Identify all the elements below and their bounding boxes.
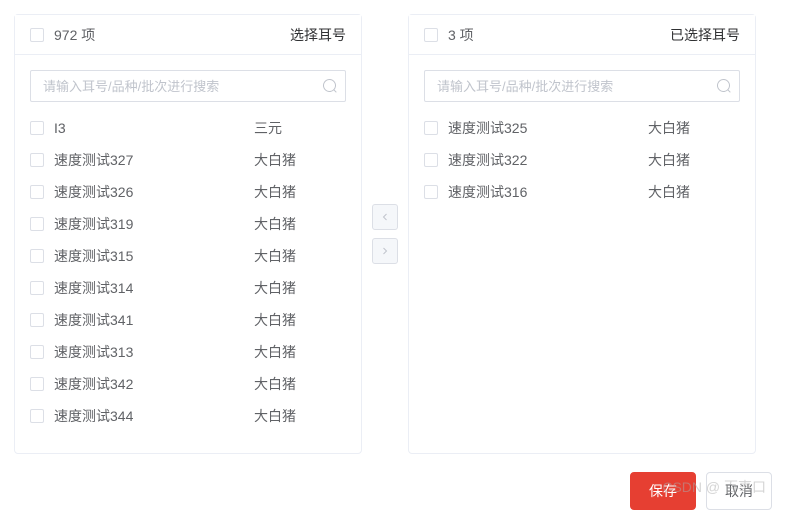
item-checkbox[interactable] <box>30 153 44 167</box>
target-header-title: 已选择耳号 <box>670 25 740 45</box>
chevron-left-icon <box>379 211 391 223</box>
item-checkbox[interactable] <box>30 313 44 327</box>
item-breed: 大白猪 <box>648 118 740 138</box>
target-select-all-checkbox[interactable] <box>424 28 438 42</box>
item-breed: 大白猪 <box>648 150 740 170</box>
target-panel-header: 3 项 已选择耳号 <box>409 15 755 55</box>
list-item[interactable]: 速度测试316大白猪 <box>424 176 740 208</box>
source-panel-header: 972 项 选择耳号 <box>15 15 361 55</box>
transfer-buttons <box>372 204 398 264</box>
target-header-left: 3 项 <box>424 25 474 45</box>
save-button[interactable]: 保存 <box>630 472 696 510</box>
target-search-input[interactable] <box>424 70 740 102</box>
source-search-input[interactable] <box>30 70 346 102</box>
item-breed: 大白猪 <box>254 214 346 234</box>
item-checkbox[interactable] <box>30 249 44 263</box>
item-name: 速度测试316 <box>448 182 648 202</box>
item-checkbox[interactable] <box>30 409 44 423</box>
item-name: 速度测试344 <box>54 406 254 426</box>
list-item[interactable]: 速度测试313大白猪 <box>30 336 346 368</box>
item-checkbox[interactable] <box>30 377 44 391</box>
item-breed: 大白猪 <box>254 278 346 298</box>
dialog-footer: 保存 取消 <box>14 472 782 510</box>
transfer-container: 972 项 选择耳号 I3三元速度测试327大白猪速度测试326大白猪速度测试3… <box>14 14 782 454</box>
target-count-label: 3 项 <box>448 25 474 45</box>
source-list: I3三元速度测试327大白猪速度测试326大白猪速度测试319大白猪速度测试31… <box>15 112 361 453</box>
item-name: 速度测试322 <box>448 150 648 170</box>
search-icon <box>322 78 338 94</box>
item-checkbox[interactable] <box>30 185 44 199</box>
item-name: I3 <box>54 120 254 136</box>
list-item[interactable]: 速度测试327大白猪 <box>30 144 346 176</box>
item-checkbox[interactable] <box>424 185 438 199</box>
source-search-wrap <box>15 55 361 112</box>
source-search-box <box>30 70 346 102</box>
list-item[interactable]: 速度测试326大白猪 <box>30 176 346 208</box>
target-list: 速度测试325大白猪速度测试322大白猪速度测试316大白猪 <box>409 112 755 453</box>
item-name: 速度测试314 <box>54 278 254 298</box>
item-breed: 大白猪 <box>254 150 346 170</box>
item-name: 速度测试342 <box>54 374 254 394</box>
item-name: 速度测试315 <box>54 246 254 266</box>
target-panel: 3 项 已选择耳号 速度测试325大白猪速度测试322大白猪速度测试316大白猪 <box>408 14 756 454</box>
source-panel: 972 项 选择耳号 I3三元速度测试327大白猪速度测试326大白猪速度测试3… <box>14 14 362 454</box>
item-breed: 三元 <box>254 118 346 138</box>
source-count-label: 972 项 <box>54 25 95 45</box>
item-checkbox[interactable] <box>30 121 44 135</box>
target-search-wrap <box>409 55 755 112</box>
item-checkbox[interactable] <box>30 345 44 359</box>
move-left-button[interactable] <box>372 204 398 230</box>
item-name: 速度测试313 <box>54 342 254 362</box>
list-item[interactable]: 速度测试315大白猪 <box>30 240 346 272</box>
item-breed: 大白猪 <box>254 182 346 202</box>
source-select-all-checkbox[interactable] <box>30 28 44 42</box>
item-breed: 大白猪 <box>254 342 346 362</box>
list-item[interactable]: 速度测试314大白猪 <box>30 272 346 304</box>
list-item[interactable]: 速度测试344大白猪 <box>30 400 346 432</box>
item-breed: 大白猪 <box>254 310 346 330</box>
list-item[interactable]: 速度测试325大白猪 <box>424 112 740 144</box>
move-right-button[interactable] <box>372 238 398 264</box>
item-name: 速度测试325 <box>448 118 648 138</box>
item-name: 速度测试326 <box>54 182 254 202</box>
list-item[interactable]: 速度测试322大白猪 <box>424 144 740 176</box>
item-name: 速度测试327 <box>54 150 254 170</box>
cancel-button[interactable]: 取消 <box>706 472 772 510</box>
source-header-title: 选择耳号 <box>290 25 346 45</box>
item-breed: 大白猪 <box>254 406 346 426</box>
chevron-right-icon <box>379 245 391 257</box>
list-item[interactable]: 速度测试341大白猪 <box>30 304 346 336</box>
list-item[interactable]: I3三元 <box>30 112 346 144</box>
item-name: 速度测试341 <box>54 310 254 330</box>
item-checkbox[interactable] <box>30 281 44 295</box>
item-checkbox[interactable] <box>424 153 438 167</box>
item-breed: 大白猪 <box>254 246 346 266</box>
item-name: 速度测试319 <box>54 214 254 234</box>
list-item[interactable]: 速度测试319大白猪 <box>30 208 346 240</box>
source-header-left: 972 项 <box>30 25 95 45</box>
target-search-box <box>424 70 740 102</box>
item-breed: 大白猪 <box>254 374 346 394</box>
item-breed: 大白猪 <box>648 182 740 202</box>
list-item[interactable]: 速度测试342大白猪 <box>30 368 346 400</box>
item-checkbox[interactable] <box>30 217 44 231</box>
search-icon <box>716 78 732 94</box>
item-checkbox[interactable] <box>424 121 438 135</box>
